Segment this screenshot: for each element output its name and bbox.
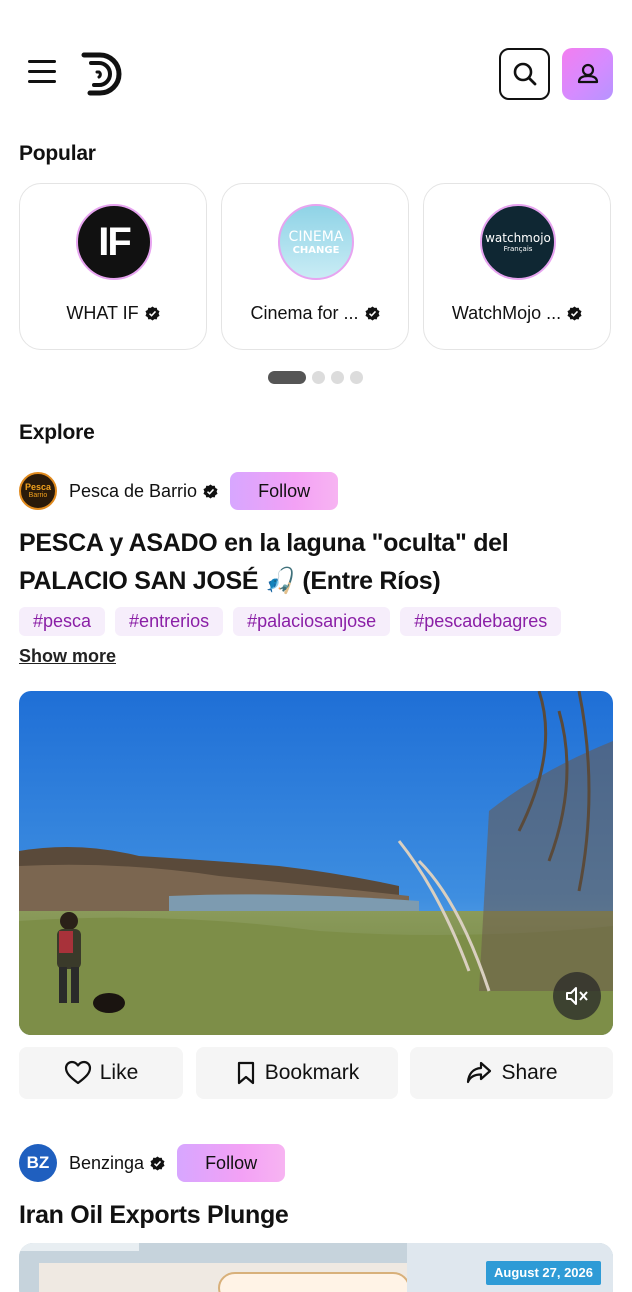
avatar: CINEMA CHANGE	[278, 204, 354, 280]
verified-badge-icon	[203, 483, 218, 499]
verified-badge-icon	[145, 306, 160, 321]
post-channel-row: Pesca Barrio Pesca de Barrio Follow	[19, 471, 339, 511]
show-more-link[interactable]: Show more	[19, 646, 116, 667]
bookmark-icon	[237, 1061, 254, 1085]
popular-section-title: Popular	[19, 142, 96, 165]
like-button[interactable]: Like	[19, 1047, 183, 1099]
channel-name-text: WatchMojo ...	[451, 302, 562, 323]
verified-badge-icon	[567, 306, 582, 321]
date-badge: August 27, 2026	[486, 1261, 601, 1285]
popular-channel-card-watchmojo[interactable]: watchmojo Français WatchMojo ...	[423, 183, 611, 350]
top-header	[0, 0, 632, 140]
popular-channel-card-cinema[interactable]: CINEMA CHANGE Cinema for ...	[221, 183, 409, 350]
channel-name-text: WHAT IF	[66, 302, 139, 323]
follow-button[interactable]: Follow	[230, 472, 339, 510]
bookmark-label: Bookmark	[264, 1061, 360, 1084]
tag-chip[interactable]: #pesca	[19, 607, 106, 636]
avatar-logo-text: Pesca	[24, 482, 52, 492]
popular-channel-name: WatchMojo ...	[424, 302, 610, 324]
tag-chip[interactable]: #palaciosanjose	[233, 607, 391, 636]
avatar-logo-text: IF	[98, 219, 132, 264]
avatar-logo-text: BZ	[26, 1153, 50, 1172]
popular-channel-name: Cinema for ...	[222, 302, 408, 324]
d-logo-icon[interactable]	[80, 50, 124, 98]
channel-name-text: Cinema for ...	[250, 302, 359, 323]
verified-badge-icon	[150, 1155, 165, 1171]
follow-button[interactable]: Follow	[177, 1144, 286, 1182]
channel-name[interactable]: Benzinga	[69, 1153, 144, 1174]
tag-chip[interactable]: #entrerios	[115, 607, 224, 636]
pager-dot[interactable]	[312, 370, 325, 384]
search-icon	[513, 62, 536, 86]
avatar[interactable]: Pesca Barrio	[19, 472, 57, 510]
hamburger-menu-icon[interactable]	[28, 60, 58, 88]
post-title-line: PALACIO SAN JOSÉ 🎣 (Entre Ríos)	[19, 567, 441, 595]
avatar-logo-subtext: Français	[503, 245, 533, 253]
post-title[interactable]: Iran Oil Exports Plunge	[19, 1196, 619, 1234]
avatar: watchmojo Français	[480, 204, 556, 280]
avatar-logo-text: watchmojo	[485, 231, 551, 245]
post-thumbnail[interactable]: August 27, 2026	[19, 1243, 613, 1292]
explore-section-title: Explore	[19, 421, 95, 444]
pager-dot[interactable]	[331, 370, 344, 384]
pager-dot-active[interactable]	[268, 370, 306, 384]
popular-channel-name: WHAT IF	[20, 302, 206, 324]
mute-button[interactable]	[553, 972, 601, 1020]
share-label: Share	[501, 1061, 558, 1084]
like-label: Like	[99, 1061, 139, 1084]
tag-list: #pesca #entrerios #palaciosanjose #pesca…	[19, 607, 571, 636]
search-button[interactable]	[499, 48, 550, 100]
post-title[interactable]: PESCA y ASADO en la laguna "oculta" del …	[19, 524, 619, 600]
user-icon	[577, 63, 598, 84]
verified-badge-icon	[364, 306, 380, 321]
popular-channel-card-what-if[interactable]: IF WHAT IF	[19, 183, 207, 350]
video-frame-image	[19, 691, 613, 1035]
avatar-logo-subtext: Barrio	[28, 492, 48, 499]
speaker-muted-icon	[566, 987, 588, 1005]
share-icon	[467, 1061, 492, 1084]
share-button[interactable]: Share	[410, 1047, 613, 1099]
avatar-logo-subtext: CHANGE	[292, 244, 340, 256]
tag-chip[interactable]: #pescadebagres	[400, 607, 562, 636]
profile-button[interactable]	[562, 48, 613, 100]
pager-dot[interactable]	[350, 370, 363, 384]
video-player[interactable]	[19, 691, 613, 1035]
post-channel-row: BZ Benzinga Follow	[19, 1143, 286, 1183]
avatar: IF	[76, 204, 152, 280]
heart-icon	[64, 1060, 91, 1085]
avatar-logo-text: CINEMA	[288, 228, 344, 245]
post-title-line: PESCA y ASADO en la laguna "oculta" del	[19, 529, 509, 557]
bookmark-button[interactable]: Bookmark	[196, 1047, 398, 1099]
avatar[interactable]: BZ	[19, 1144, 57, 1182]
channel-name[interactable]: Pesca de Barrio	[69, 481, 197, 502]
carousel-pager	[268, 370, 369, 384]
